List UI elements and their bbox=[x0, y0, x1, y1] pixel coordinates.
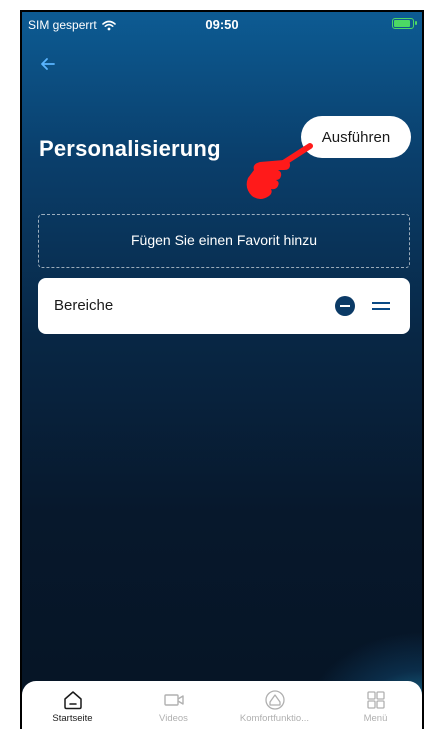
favorite-dropzone[interactable]: Fügen Sie einen Favorit hinzu bbox=[38, 214, 410, 268]
pointing-hand-icon bbox=[246, 143, 313, 199]
back-arrow-icon[interactable] bbox=[36, 52, 60, 76]
battery-charging-icon bbox=[392, 18, 417, 29]
tab-label: Videos bbox=[159, 713, 188, 724]
page-title: Personalisierung bbox=[39, 136, 221, 161]
status-bar: SIM gesperrt 09:50 bbox=[22, 12, 422, 38]
remove-circle-icon[interactable] bbox=[335, 296, 355, 316]
tab-menu[interactable]: Menü bbox=[325, 681, 422, 729]
video-camera-icon bbox=[163, 694, 184, 706]
section-label: Bereiche bbox=[54, 297, 114, 314]
status-time: 09:50 bbox=[205, 17, 239, 32]
drag-handle-icon[interactable] bbox=[372, 300, 390, 312]
phone-screen: SIM gesperrt 09:50 Personalisierung Ausf… bbox=[20, 10, 424, 729]
battery-level bbox=[394, 20, 410, 27]
comfort-icon bbox=[264, 690, 285, 710]
tab-videos[interactable]: Videos bbox=[123, 681, 224, 729]
tab-startseite[interactable]: Startseite bbox=[22, 681, 123, 729]
tab-komfortfunktionen[interactable]: Komfortfunktio... bbox=[224, 681, 325, 729]
section-row-bereiche[interactable]: Bereiche bbox=[38, 278, 410, 334]
tab-label: Startseite bbox=[52, 713, 93, 724]
tab-label: Menü bbox=[363, 713, 388, 724]
home-icon bbox=[63, 691, 82, 710]
grid-menu-icon bbox=[366, 691, 385, 709]
tab-bar: Startseite Videos Komfortfunktio... Menü bbox=[22, 681, 422, 729]
run-button[interactable]: Ausführen bbox=[301, 116, 411, 158]
tab-label: Komfortfunktio... bbox=[239, 713, 310, 724]
